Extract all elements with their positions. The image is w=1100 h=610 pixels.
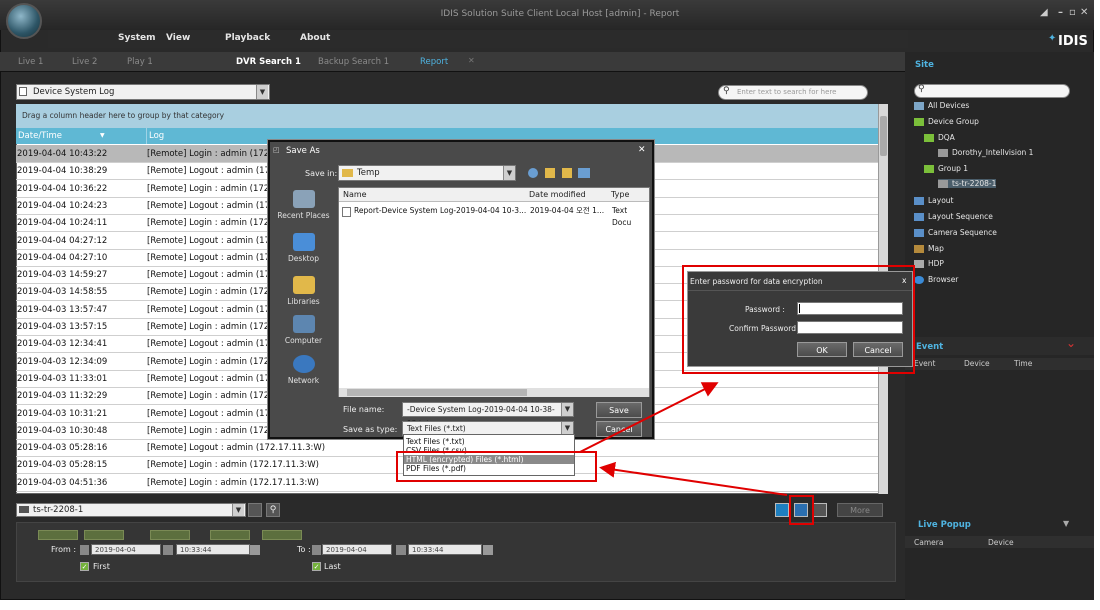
annotation-arrows: [579, 382, 788, 496]
arrow-to-password-dialog: [579, 382, 719, 453]
arrow-to-html-option: [599, 461, 788, 496]
